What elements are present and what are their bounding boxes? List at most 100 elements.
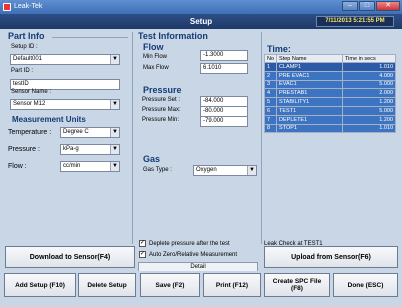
units-heading: Measurement Units <box>12 115 86 124</box>
pressure-unit-label: Pressure : <box>8 146 40 153</box>
flow-unit-value: cc/min <box>63 163 81 169</box>
add-setup-button[interactable]: Add Setup (F10) <box>4 273 76 297</box>
pressure-unit-value: kPa-g <box>63 146 79 152</box>
divider-right <box>261 32 262 244</box>
setup-id-select[interactable]: Default001 ▼ <box>10 54 120 65</box>
window-titlebar: Leak-Tek – □ ✕ <box>0 0 402 14</box>
flow-unit-select[interactable]: cc/min ▼ <box>60 161 120 172</box>
app-icon <box>3 3 11 11</box>
chevron-down-icon[interactable]: ▼ <box>247 166 256 175</box>
table-row[interactable]: 1 CLAMP1 1.010 <box>263 62 396 72</box>
screen-header: Setup 7/11/2013 5:21:55 PM <box>0 14 402 29</box>
divider-left <box>132 32 133 244</box>
sensor-name-value: Sensor M12 <box>13 101 46 107</box>
chevron-down-icon[interactable]: ▼ <box>110 100 119 109</box>
row-time: 5.000 <box>342 105 396 116</box>
minimize-button[interactable]: – <box>342 1 358 11</box>
row-no: 6 <box>263 105 278 116</box>
sensor-name-label: Sensor Name : <box>11 89 52 95</box>
row-step: STABILITY1 <box>276 97 344 107</box>
done-button[interactable]: Done (ESC) <box>333 273 398 297</box>
row-time: 1.200 <box>342 114 396 125</box>
row-step: PRESTAB1 <box>276 88 344 99</box>
table-row[interactable]: 5 STABILITY1 1.200 <box>263 97 396 107</box>
flow-heading: Flow <box>143 42 164 52</box>
row-step: TEST1 <box>276 105 344 116</box>
part-info-heading: Part Info <box>8 31 45 41</box>
pressure-min-input[interactable]: -79.000 <box>200 116 248 127</box>
temperature-label: Temperature : <box>8 129 52 136</box>
close-button[interactable]: ✕ <box>376 1 400 11</box>
min-flow-input[interactable]: -1.3000 <box>200 50 248 61</box>
autozero-label: Auto Zero/Relative Measurement <box>149 252 238 258</box>
col-no-header: No <box>263 54 278 63</box>
table-row[interactable]: 4 PRESTAB1 2.000 <box>263 88 396 99</box>
table-row[interactable]: 3 EVAC1 5.000 <box>263 79 396 90</box>
row-no: 4 <box>263 88 278 99</box>
row-step: EVAC1 <box>276 79 344 90</box>
row-time: 4.000 <box>342 70 396 81</box>
row-time: 1.200 <box>342 97 396 107</box>
setup-id-value: Default001 <box>13 56 43 62</box>
row-time: 5.000 <box>342 79 396 90</box>
deplete-checkbox[interactable]: ✓ <box>139 240 146 247</box>
max-flow-label: Max Flow <box>143 65 169 71</box>
temperature-value: Degree C <box>63 129 89 135</box>
pressure-unit-select[interactable]: kPa-g ▼ <box>60 144 120 155</box>
table-header-row: No Step Name Time in secs <box>263 54 396 63</box>
window-title: Leak-Tek <box>14 3 43 10</box>
create-spc-label: Create SPC File <box>272 278 322 285</box>
upload-button[interactable]: Upload from Sensor(F6) <box>264 246 398 268</box>
gas-type-value: Oxygen <box>196 167 217 173</box>
temperature-select[interactable]: Degree C ▼ <box>60 127 120 138</box>
row-step: CLAMP1 <box>276 62 344 72</box>
table-row[interactable]: 7 DEPLETE1 1.200 <box>263 114 396 125</box>
col-step-header: Step Name <box>276 54 344 63</box>
row-no: 5 <box>263 97 278 107</box>
save-button[interactable]: Save (F2) <box>140 273 200 297</box>
gas-heading: Gas <box>143 154 161 164</box>
row-no: 2 <box>263 70 278 81</box>
sensor-name-select[interactable]: Sensor M12 ▼ <box>10 99 120 110</box>
create-spc-button[interactable]: Create SPC File (F8) <box>264 273 330 297</box>
table-row[interactable]: 8 STOP1 1.010 <box>263 123 396 134</box>
row-time: 1.010 <box>342 62 396 72</box>
row-step: STOP1 <box>276 123 344 134</box>
table-row[interactable]: 2 PRE EVAC1 4.000 <box>263 70 396 81</box>
row-no: 8 <box>263 123 278 134</box>
maximize-button[interactable]: □ <box>359 1 375 11</box>
chevron-down-icon[interactable]: ▼ <box>110 55 119 64</box>
print-button[interactable]: Print (F12) <box>203 273 261 297</box>
chevron-down-icon[interactable]: ▼ <box>110 145 119 154</box>
row-no: 7 <box>263 114 278 125</box>
row-step: PRE EVAC1 <box>276 70 344 81</box>
row-no: 3 <box>263 79 278 90</box>
gas-type-select[interactable]: Oxygen ▼ <box>193 165 257 176</box>
datetime-display: 7/11/2013 5:21:55 PM <box>316 16 394 27</box>
max-flow-input[interactable]: 6.1010 <box>200 63 248 74</box>
autozero-checkbox[interactable]: ✓ <box>139 251 146 258</box>
col-time-header: Time in secs <box>342 54 396 63</box>
setup-id-label: Setup ID : <box>11 44 38 50</box>
test-info-heading: Test Information <box>138 31 208 41</box>
pressure-max-label: Pressure Max: <box>142 107 181 113</box>
pressure-heading: Pressure <box>143 85 182 95</box>
table-row[interactable]: 6 TEST1 5.000 <box>263 105 396 116</box>
part-info-rule <box>52 37 128 38</box>
delete-setup-button[interactable]: Delete Setup <box>78 273 136 297</box>
deplete-label: Deplete pressure after the test <box>149 241 230 247</box>
row-time: 1.010 <box>342 123 396 134</box>
min-flow-label: Min Flow <box>143 54 168 60</box>
row-time: 2.000 <box>342 88 396 99</box>
steps-table[interactable]: No Step Name Time in secs 1 CLAMP1 1.010 2… <box>263 54 396 134</box>
pressure-min-label: Pressure Min: <box>142 117 180 123</box>
time-heading: Time: <box>267 44 291 54</box>
part-id-label: Part ID : <box>11 68 34 74</box>
download-button[interactable]: Download to Sensor(F4) <box>5 246 135 268</box>
flow-unit-label: Flow : <box>8 163 27 170</box>
chevron-down-icon[interactable]: ▼ <box>110 128 119 137</box>
chevron-down-icon[interactable]: ▼ <box>110 162 119 171</box>
pressure-set-label: Pressure Set : <box>142 97 181 103</box>
row-step: DEPLETE1 <box>276 114 344 125</box>
gas-type-label: Gas Type : <box>143 167 172 173</box>
